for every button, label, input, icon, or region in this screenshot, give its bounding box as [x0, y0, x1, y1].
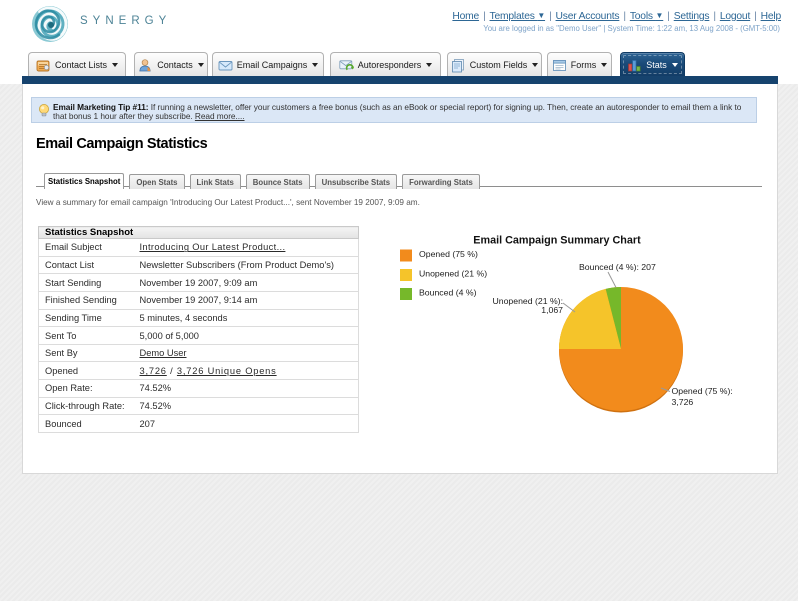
svg-text:3,726: 3,726 [672, 397, 694, 407]
svg-text:Bounced (4 %): 207: Bounced (4 %): 207 [579, 262, 656, 272]
svg-text:Unopened (21 %): Unopened (21 %) [419, 269, 487, 279]
svg-text:1,067: 1,067 [541, 305, 563, 315]
svg-text:Bounced (4 %): Bounced (4 %) [419, 288, 477, 298]
svg-text:Email Campaign Summary Chart: Email Campaign Summary Chart [473, 235, 641, 247]
svg-text:Opened (75 %):: Opened (75 %): [672, 386, 733, 396]
svg-text:Opened (75 %): Opened (75 %) [419, 249, 478, 259]
